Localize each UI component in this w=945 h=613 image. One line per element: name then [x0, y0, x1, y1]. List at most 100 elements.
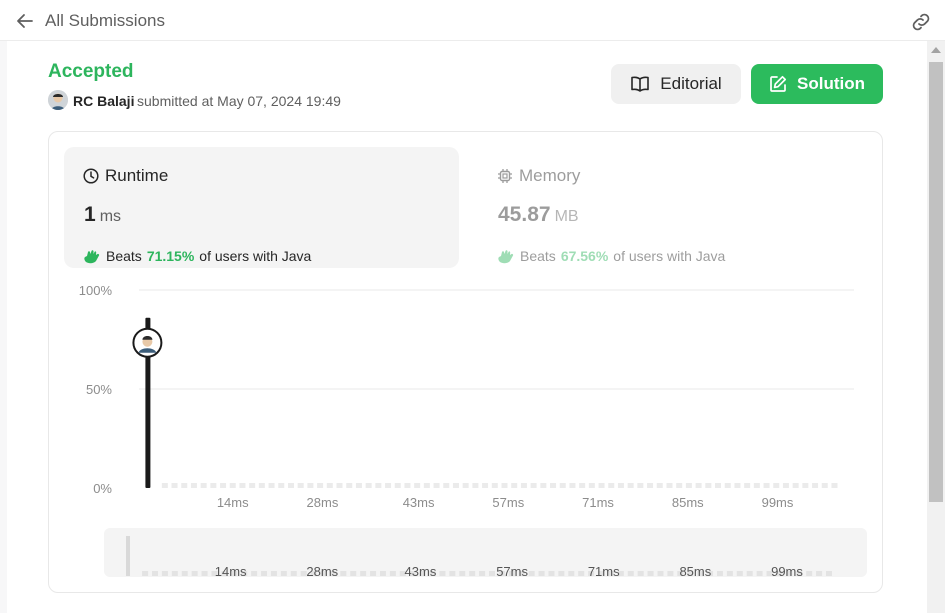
minimap-bar	[558, 571, 565, 576]
solution-label: Solution	[797, 74, 865, 93]
distribution-bar	[802, 483, 809, 488]
minimap-bar	[825, 571, 832, 576]
submission-status: Accepted	[48, 61, 134, 82]
distribution-bar	[278, 483, 285, 488]
runtime-beats-label: Beats	[106, 248, 142, 264]
minimap-tick-label: 28ms	[306, 564, 338, 577]
minimap-tick-label: 57ms	[496, 564, 528, 577]
distribution-bar	[608, 483, 615, 488]
distribution-bar	[520, 483, 527, 488]
minimap-bar	[142, 571, 149, 576]
minimap-bar	[261, 571, 268, 576]
x-tick-label: 43ms	[403, 495, 435, 510]
distribution-bar	[695, 483, 702, 488]
edit-icon	[770, 75, 787, 92]
distribution-bar	[773, 483, 780, 488]
chip-icon	[498, 169, 512, 183]
scroll-thumb[interactable]	[929, 62, 943, 502]
minimap-bar	[469, 571, 476, 576]
distribution-bar	[200, 483, 207, 488]
book-icon	[631, 76, 650, 92]
distribution-bar	[782, 483, 789, 488]
distribution-bar	[482, 483, 489, 488]
top-bar: All Submissions	[0, 0, 945, 41]
distribution-bar	[190, 483, 197, 488]
submitter-name[interactable]: RC Balaji	[73, 93, 134, 109]
runtime-beats-percent: 71.15%	[146, 248, 195, 264]
distribution-bar	[569, 483, 576, 488]
avatar[interactable]	[48, 90, 68, 110]
minimap-bar	[280, 571, 287, 576]
vertical-scrollbar[interactable]	[927, 41, 945, 613]
minimap-bar	[657, 571, 664, 576]
minimap-bar	[538, 571, 545, 576]
waving-hand-icon	[84, 250, 100, 264]
chart-range-selector[interactable]: 14ms 28ms 43ms 57ms 71ms 85ms 99ms	[104, 528, 867, 579]
x-tick-label: 28ms	[307, 495, 339, 510]
distribution-bar	[617, 483, 624, 488]
minimap-bar	[578, 571, 585, 576]
range-selector-chart[interactable]: 14ms 28ms 43ms 57ms 71ms 85ms 99ms	[104, 528, 867, 579]
distribution-bar	[307, 483, 314, 488]
arrow-left-icon[interactable]	[16, 12, 34, 30]
runtime-distribution-chart[interactable]: 100% 50% 0% 14ms 28ms 43ms 57ms 71ms 85ms 99ms	[49, 272, 882, 522]
distribution-bar	[501, 483, 508, 488]
minimap-bar	[439, 571, 446, 576]
distribution-bar	[491, 483, 498, 488]
minimap-bar	[528, 571, 535, 576]
runtime-beats-suffix: of users with Java	[199, 248, 312, 264]
minimap-bar	[627, 571, 634, 576]
distribution-bar	[336, 483, 343, 488]
minimap-bar	[489, 571, 495, 576]
distribution-bar	[220, 483, 227, 488]
distribution-bar	[734, 483, 741, 488]
distribution-bar	[821, 483, 828, 488]
minimap-bar	[806, 571, 813, 576]
y-tick-label: 100%	[79, 283, 113, 298]
distribution-bar	[375, 483, 382, 488]
solution-button[interactable]: Solution	[751, 64, 883, 104]
distribution-bar	[414, 483, 421, 488]
distribution-bar	[753, 483, 760, 488]
minimap-bar	[816, 571, 823, 576]
runtime-title-label: Runtime	[105, 166, 169, 185]
all-submissions-link[interactable]: All Submissions	[45, 11, 165, 31]
runtime-panel[interactable]: Runtime 1 ms Beats 71.15% of users with J…	[64, 147, 459, 268]
distribution-bar	[365, 483, 372, 488]
distribution-bar	[598, 483, 605, 488]
minimap-tick-label: 43ms	[405, 564, 437, 577]
minimap-bar	[548, 571, 555, 576]
minimap-bar	[161, 571, 168, 576]
distribution-bar	[831, 483, 838, 488]
x-tick-label: 99ms	[762, 495, 794, 510]
memory-panel[interactable]: Memory 45.87 MB Beats 67.56% of users wit…	[478, 147, 873, 268]
distribution-bar	[588, 483, 595, 488]
distribution-bar	[385, 483, 392, 488]
memory-beats-suffix: of users with Java	[613, 248, 726, 264]
minimap-bar	[290, 571, 297, 576]
distribution-bar	[171, 483, 178, 488]
clock-icon	[83, 168, 99, 184]
runtime-beats: Beats 71.15% of users with Java	[83, 248, 311, 264]
memory-beats: Beats 67.56% of users with Java	[497, 248, 725, 264]
memory-title-label: Memory	[519, 166, 581, 185]
minimap-tick-label: 71ms	[588, 564, 620, 577]
distribution-bar	[462, 483, 469, 488]
minimap-bar	[181, 571, 188, 576]
distribution-bar	[550, 483, 557, 488]
distribution-bar	[540, 483, 547, 488]
scroll-up-arrow-icon[interactable]	[931, 47, 941, 53]
performance-card: Runtime 1 ms Beats 71.15% of users with J…	[48, 131, 883, 593]
minimap-bar	[350, 571, 357, 576]
editorial-label: Editorial	[660, 74, 722, 93]
editorial-button[interactable]: Editorial	[611, 64, 741, 104]
memory-beats-percent: 67.56%	[560, 248, 609, 264]
link-icon[interactable]	[910, 11, 932, 33]
minimap-tick-label: 14ms	[215, 564, 247, 577]
minimap-bar	[152, 571, 159, 576]
x-tick-label: 57ms	[492, 495, 524, 510]
distribution-bar	[705, 483, 712, 488]
distribution-bar	[443, 483, 450, 488]
memory-beats-label: Beats	[520, 248, 556, 264]
distribution-bar	[394, 483, 401, 488]
